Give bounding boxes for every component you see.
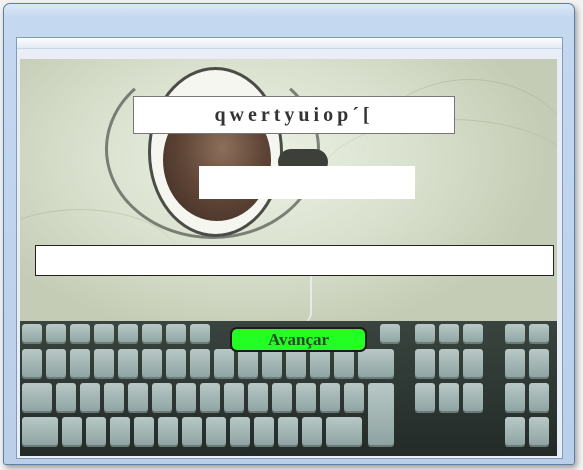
next-button-label: Avançar	[267, 329, 330, 349]
keyboard-key	[463, 383, 483, 413]
keyboard-key	[380, 324, 400, 344]
keyboard-key	[158, 417, 178, 447]
background-image: qwertyuiop´[ Avançar	[20, 59, 557, 456]
feedback-box	[199, 166, 415, 199]
keyboard-key	[286, 349, 306, 379]
keyboard-key	[70, 324, 90, 344]
keyboard-key	[200, 383, 220, 413]
keyboard-key	[529, 349, 549, 379]
keyboard-key	[439, 349, 459, 379]
keyboard-key	[302, 417, 322, 447]
keyboard-key	[56, 383, 76, 413]
prompt-text-box: qwertyuiop´[	[133, 96, 455, 134]
keyboard-key	[310, 349, 330, 379]
keyboard-key	[94, 324, 114, 344]
keyboard-key	[182, 417, 202, 447]
keyboard-key	[46, 349, 66, 379]
keyboard-key	[62, 417, 82, 447]
keyboard-key	[368, 383, 394, 447]
keyboard-key	[70, 349, 90, 379]
keyboard-key	[118, 324, 138, 344]
keyboard-key	[214, 349, 234, 379]
keyboard-key	[22, 349, 42, 379]
keyboard-key	[206, 417, 226, 447]
keyboard-key	[505, 324, 525, 344]
keyboard-key	[22, 324, 42, 344]
keyboard-key	[262, 349, 282, 379]
keyboard-key	[104, 383, 124, 413]
keyboard-key	[326, 417, 362, 447]
keyboard-key	[80, 383, 100, 413]
keyboard-key	[296, 383, 316, 413]
keyboard-key	[230, 417, 250, 447]
next-button[interactable]: Avançar	[230, 327, 367, 352]
keyboard-key	[505, 349, 525, 379]
keyboard-key	[110, 417, 130, 447]
keyboard-key	[272, 383, 292, 413]
keyboard-key	[190, 324, 210, 344]
keyboard-key	[22, 417, 58, 447]
keyboard-key	[118, 349, 138, 379]
keyboard-key	[94, 349, 114, 379]
keyboard-key	[248, 383, 268, 413]
prompt-text: qwertyuiop´[	[214, 103, 374, 126]
keyboard-key	[505, 383, 525, 413]
keyboard-key	[415, 383, 435, 413]
keyboard-key	[166, 349, 186, 379]
keyboard-key	[529, 324, 549, 344]
keyboard-key	[22, 383, 52, 413]
keyboard-key	[176, 383, 196, 413]
keyboard-key	[190, 349, 210, 379]
keyboard-key	[463, 324, 483, 344]
keyboard-key	[439, 324, 459, 344]
keyboard-key	[358, 349, 394, 379]
keyboard-key	[152, 383, 172, 413]
keyboard-key	[278, 417, 298, 447]
menu-bar	[17, 38, 562, 49]
keyboard-key	[166, 324, 186, 344]
keyboard-key	[46, 324, 66, 344]
keyboard-key	[439, 383, 459, 413]
keyboard-key	[334, 349, 354, 379]
keyboard-key	[142, 324, 162, 344]
keyboard-key	[86, 417, 106, 447]
keyboard-key	[254, 417, 274, 447]
application-window: qwertyuiop´[ Avançar	[3, 3, 575, 465]
keyboard-key	[529, 417, 549, 447]
keyboard-key	[505, 417, 525, 447]
keyboard-key	[224, 383, 244, 413]
content-frame: qwertyuiop´[ Avançar	[16, 37, 563, 459]
keyboard-key	[415, 349, 435, 379]
keyboard-key	[134, 417, 154, 447]
keyboard-key	[344, 383, 364, 413]
keyboard-key	[128, 383, 148, 413]
keyboard-key	[320, 383, 340, 413]
keyboard-key	[529, 383, 549, 413]
title-bar[interactable]	[4, 4, 574, 36]
keyboard-key	[238, 349, 258, 379]
keyboard-key	[415, 324, 435, 344]
keyboard-key	[142, 349, 162, 379]
answer-input[interactable]	[35, 245, 554, 276]
keyboard-key	[463, 349, 483, 379]
